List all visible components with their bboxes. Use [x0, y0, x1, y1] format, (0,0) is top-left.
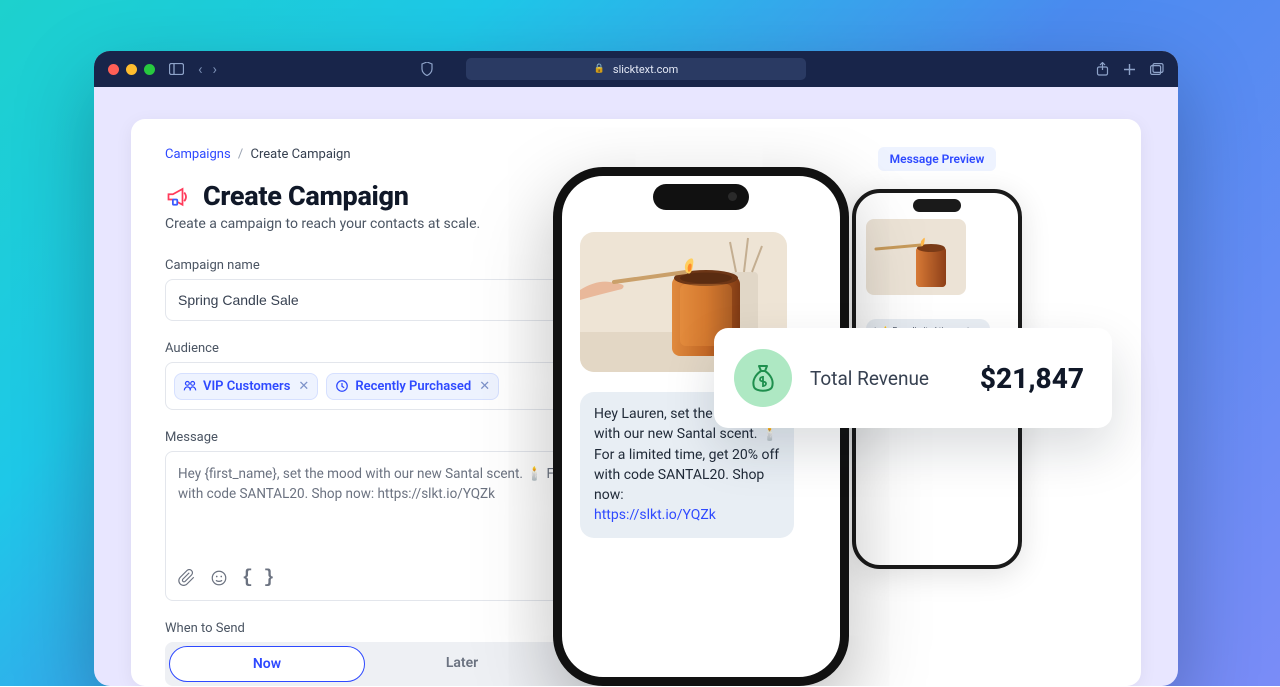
clock-icon: [335, 379, 349, 393]
revenue-label: Total Revenue: [810, 367, 962, 390]
url-text: slicktext.com: [613, 63, 678, 76]
message-preview-badge: Message Preview: [878, 147, 997, 171]
tab-later[interactable]: Later: [365, 646, 559, 682]
share-icon[interactable]: [1096, 62, 1109, 76]
money-bag-icon: [734, 349, 792, 407]
chip-label: Recently Purchased: [355, 379, 471, 394]
nav-arrows: ‹ ›: [198, 60, 217, 78]
sidebar-toggle-icon[interactable]: [169, 63, 184, 75]
chip-remove-icon[interactable]: ✕: [296, 379, 309, 394]
tabs-overview-icon[interactable]: [1150, 63, 1164, 75]
variable-icon[interactable]: { }: [242, 568, 274, 588]
chip-remove-icon[interactable]: ✕: [477, 379, 490, 394]
traffic-lights: [108, 64, 155, 75]
preview-mms-image: [866, 219, 966, 295]
emoji-icon[interactable]: [210, 568, 228, 588]
minimize-window-button[interactable]: [126, 64, 137, 75]
new-tab-icon[interactable]: [1123, 63, 1136, 76]
phone-notch: [653, 184, 749, 210]
breadcrumb-root[interactable]: Campaigns: [165, 147, 231, 162]
breadcrumb-current: Create Campaign: [251, 147, 351, 162]
audience-chip-vip[interactable]: VIP Customers ✕: [174, 373, 318, 400]
megaphone-icon: [165, 182, 193, 210]
chip-label: VIP Customers: [203, 379, 290, 394]
shield-icon[interactable]: [421, 62, 433, 76]
audience-chip-recent[interactable]: Recently Purchased ✕: [326, 373, 499, 400]
phone-notch: [913, 199, 961, 212]
forward-button[interactable]: ›: [213, 60, 218, 78]
breadcrumb: Campaigns / Create Campaign: [165, 147, 757, 162]
browser-toolbar: ‹ › 🔒 slicktext.com: [94, 51, 1178, 87]
revenue-value: $21,847: [980, 362, 1084, 395]
tab-now[interactable]: Now: [169, 646, 365, 682]
attachment-icon[interactable]: [178, 568, 196, 588]
people-icon: [183, 379, 197, 393]
close-window-button[interactable]: [108, 64, 119, 75]
lock-icon: 🔒: [594, 64, 605, 74]
total-revenue-card: Total Revenue $21,847: [714, 328, 1112, 428]
address-bar[interactable]: 🔒 slicktext.com: [466, 58, 806, 80]
page-title: Create Campaign: [203, 180, 409, 212]
back-button[interactable]: ‹: [198, 60, 203, 78]
maximize-window-button[interactable]: [144, 64, 155, 75]
hero-message-link[interactable]: https://slkt.io/YQZk: [594, 507, 716, 523]
